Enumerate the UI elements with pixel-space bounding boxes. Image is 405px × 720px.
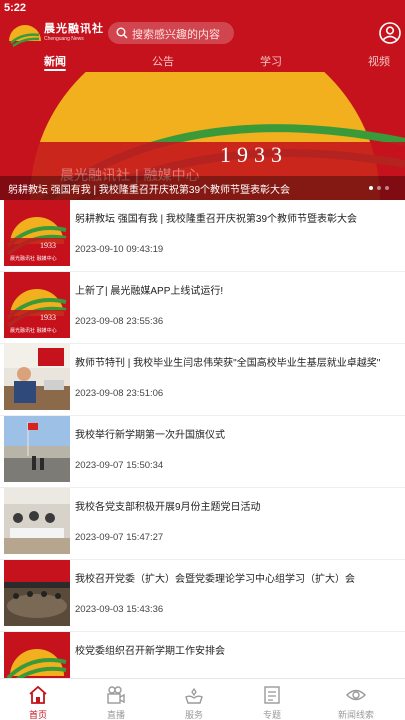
- thumb-year: 1933: [40, 313, 56, 322]
- news-title: 教师节特刊 | 我校毕业生闫忠伟荣获"全国高校毕业生基层就业卓越奖": [75, 358, 381, 369]
- news-date: 2023-09-08 23:51:06: [75, 388, 164, 399]
- home-icon: [29, 685, 47, 704]
- thumb-year: 1933: [40, 241, 56, 250]
- news-thumbnail: 1933 晨光融讯社 融媒中心: [4, 200, 70, 266]
- live-camera-icon: [107, 686, 125, 704]
- news-item[interactable]: 我校举行新学期第一次升国旗仪式 2023-09-07 15:50:34: [0, 416, 405, 488]
- nav-home[interactable]: 首页: [8, 679, 68, 720]
- user-profile-button[interactable]: [378, 21, 402, 45]
- news-title: 我校召开党委（扩大）会暨党委理论学习中心组学习（扩大）会: [75, 574, 355, 585]
- news-date: 2023-09-07 15:47:27: [75, 532, 164, 543]
- logo-name: 晨光融讯社: [44, 23, 104, 35]
- app-logo: 晨光融讯社 Chenguang News: [8, 19, 103, 48]
- nav-news-clues[interactable]: 新闻线索: [326, 679, 386, 720]
- thumb-subtitle: 晨光融讯社 融媒中心: [10, 255, 57, 262]
- news-item[interactable]: 校党委组织召开新学期工作安排会: [0, 632, 405, 698]
- search-icon: [116, 27, 128, 39]
- category-tabs: 新闻 公告 学习 视频: [0, 50, 405, 72]
- banner-year: 1933: [220, 142, 288, 167]
- office-photo-image: [4, 344, 70, 410]
- news-date: 2023-09-10 09:43:19: [75, 244, 164, 255]
- service-hand-icon: [185, 687, 203, 704]
- news-clue-eye-icon: [346, 689, 366, 701]
- nav-service[interactable]: 服务: [164, 679, 224, 720]
- meeting-photo-image: [4, 488, 70, 554]
- nav-label: 服务: [184, 710, 203, 720]
- tab-announcements[interactable]: 公告: [152, 53, 174, 69]
- news-title: 校党委组织召开新学期工作安排会: [75, 646, 225, 657]
- nav-label: 首页: [28, 710, 47, 720]
- news-date: 2023-09-07 15:50:34: [75, 460, 164, 471]
- news-title: 我校举行新学期第一次升国旗仪式: [75, 430, 225, 441]
- news-thumbnail: [4, 488, 70, 554]
- bottom-navigation: 首页 直播 服务 专题 新闻线索: [0, 678, 405, 720]
- news-title: 上新了| 晨光融媒APP上线试运行!: [75, 286, 224, 297]
- nav-topics[interactable]: 专题: [242, 679, 302, 720]
- status-bar: 5:22: [0, 0, 405, 16]
- tab-video[interactable]: 视频: [368, 53, 390, 69]
- news-title: 躬耕教坛 强国有我 | 我校隆重召开庆祝第39个教师节暨表彰大会: [75, 214, 358, 225]
- tab-news[interactable]: 新闻: [44, 53, 66, 69]
- active-tab-indicator: [44, 69, 66, 71]
- thumb-subtitle: 晨光融讯社 融媒中心: [10, 327, 57, 334]
- news-title: 我校各党支部积极开展9月份主题党日活动: [75, 502, 261, 513]
- nav-label: 专题: [262, 710, 281, 720]
- logo-subtitle: Chenguang News: [44, 36, 84, 42]
- news-date: 2023-09-08 23:55:36: [75, 316, 164, 327]
- nav-label: 直播: [106, 710, 125, 720]
- logo-thumbnail-image: 1933 晨光融讯社 融媒中心: [4, 200, 70, 266]
- banner-carousel[interactable]: 1933 晨光融讯社 | 融媒中心 躬耕教坛 强国有我 | 我校隆重召开庆祝第3…: [0, 72, 405, 200]
- news-item[interactable]: 我校召开党委（扩大）会暨党委理论学习中心组学习（扩大）会 2023-09-03 …: [0, 560, 405, 632]
- user-icon: [379, 22, 401, 44]
- banner-caption: 躬耕教坛 强国有我 | 我校隆重召开庆祝第39个教师节暨表彰大会: [8, 185, 291, 196]
- news-thumbnail: [4, 560, 70, 626]
- tab-study[interactable]: 学习: [260, 53, 282, 69]
- carousel-dot[interactable]: [377, 186, 381, 190]
- nav-label: 新闻线索: [337, 710, 374, 720]
- nav-live[interactable]: 直播: [86, 679, 146, 720]
- app-header: 晨光融讯社 Chenguang News 搜索感兴趣的内容: [0, 16, 405, 50]
- news-item[interactable]: 1933 晨光融讯社 融媒中心 躬耕教坛 强国有我 | 我校隆重召开庆祝第39个…: [0, 200, 405, 272]
- logo-thumbnail-image: 1933 晨光融讯社 融媒中心: [4, 272, 70, 338]
- logo-sun-icon: [9, 25, 41, 48]
- status-time: 5:22: [4, 2, 27, 14]
- carousel-dot[interactable]: [385, 186, 389, 190]
- search-input[interactable]: 搜索感兴趣的内容: [108, 22, 234, 44]
- conference-hall-image: [4, 560, 70, 626]
- news-item[interactable]: 教师节特刊 | 我校毕业生闫忠伟荣获"全国高校毕业生基层就业卓越奖" 2023-…: [0, 344, 405, 416]
- flag-ceremony-image: [4, 416, 70, 482]
- search-placeholder: 搜索感兴趣的内容: [132, 29, 220, 41]
- news-thumbnail: [4, 416, 70, 482]
- news-thumbnail: [4, 344, 70, 410]
- news-date: 2023-09-03 15:43:36: [75, 604, 164, 615]
- news-thumbnail: 1933 晨光融讯社 融媒中心: [4, 272, 70, 338]
- topic-document-icon: [264, 686, 280, 704]
- carousel-dot[interactable]: [369, 186, 373, 190]
- news-item[interactable]: 我校各党支部积极开展9月份主题党日活动 2023-09-07 15:47:27: [0, 488, 405, 560]
- news-item[interactable]: 1933 晨光融讯社 融媒中心 上新了| 晨光融媒APP上线试运行! 2023-…: [0, 272, 405, 344]
